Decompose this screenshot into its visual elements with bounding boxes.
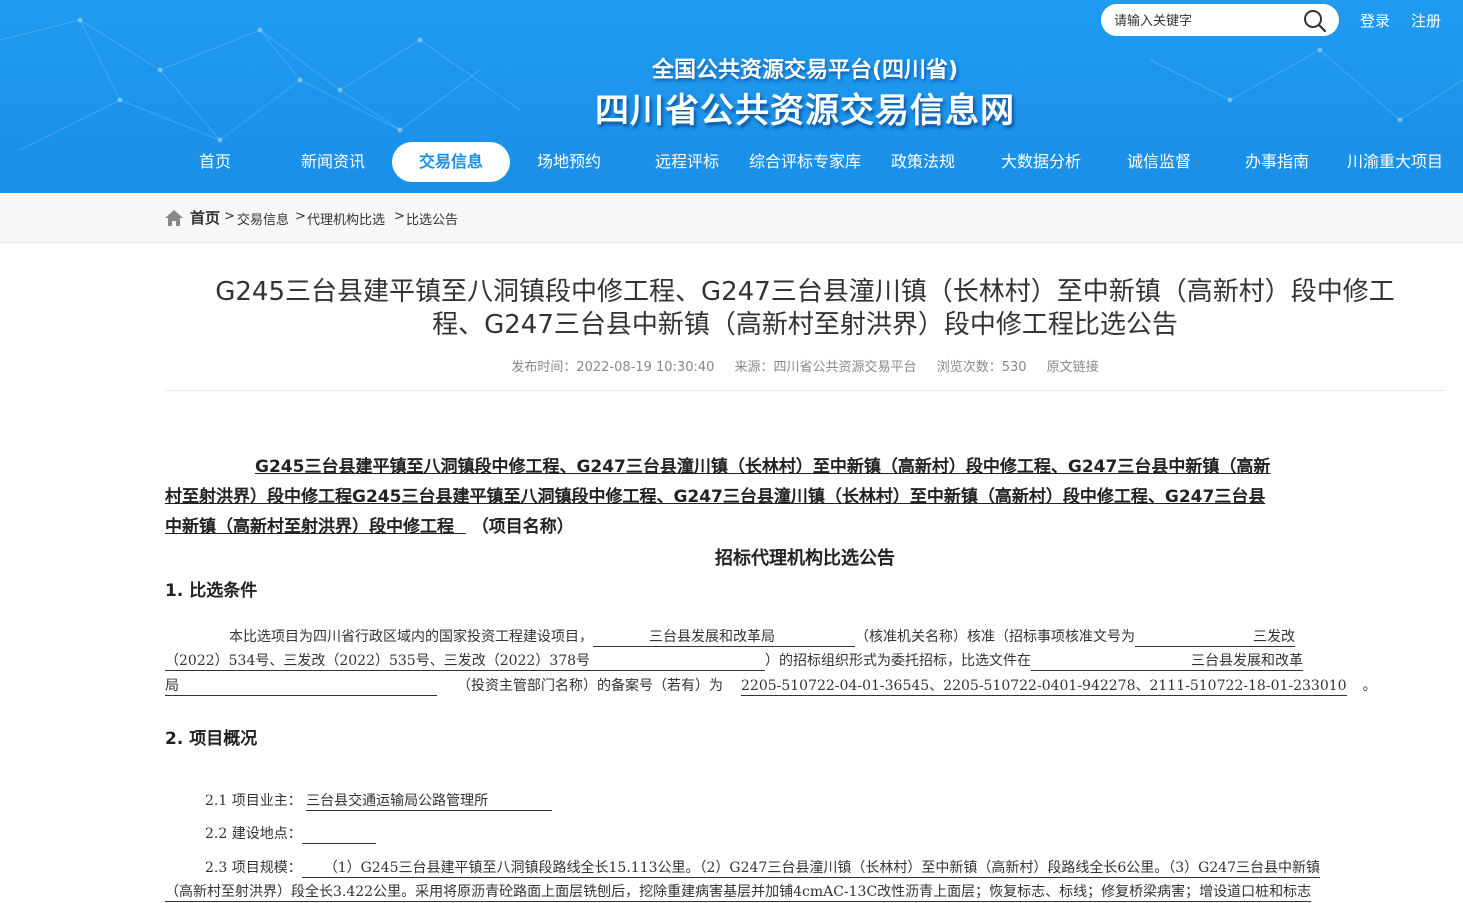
project-owner-value: 三台县交通运输局公路管理所 [306, 792, 553, 811]
search-box[interactable] [1101, 4, 1339, 36]
login-link[interactable]: 登录 [1360, 10, 1390, 31]
fill-approval-number-cont: （2022）534号、三发改（2022）535号、三发改（2022）378号 [165, 652, 765, 671]
text: （核准机关名称）核准（招标事项核准文号为 [855, 629, 1135, 645]
paragraph-line: 2.2 建设地点： [165, 823, 376, 845]
article-title-line: G245三台县建平镇至八洞镇段中修工程、G247三台县潼川镇（长林村）至中新镇（… [215, 277, 1395, 307]
publish-time: 发布时间：2022-08-19 10:30:40 [511, 360, 715, 375]
project-name-text: 中新镇（高新村至射洪界）段中修工程 [165, 517, 454, 537]
project-name-text: 村至射洪界）段中修工程G245三台县建平镇至八洞镇段中修工程、G247三台县潼川… [165, 487, 1266, 507]
nav-item-big-data[interactable]: 大数据分析 [982, 142, 1100, 182]
nav-item-home[interactable]: 首页 [156, 142, 274, 182]
breadcrumb-trading-info[interactable]: 交易信息 [237, 209, 289, 228]
project-scale-label: 2.3 项目规模： [205, 860, 302, 876]
section-1-title: 1. 比选条件 [165, 581, 258, 601]
breadcrumb-agency-selection[interactable]: 代理机构比选 [307, 209, 385, 228]
site-title: 四川省公共资源交易信息网 [595, 91, 1015, 131]
text: 。 [1362, 678, 1377, 694]
nav-item-remote-bidding[interactable]: 远程评标 [628, 142, 746, 182]
original-link[interactable]: 原文链接 [1047, 360, 1099, 375]
nav-item-news[interactable]: 新闻资讯 [274, 142, 392, 182]
text: 本比选项目为四川省行政区域内的国家投资工程建设项目， [229, 629, 593, 645]
title-divider [165, 390, 1445, 391]
breadcrumb-separator: > [295, 209, 306, 224]
breadcrumb-current: 比选公告 [406, 213, 459, 228]
fill-investment-dept-cont: 局 [165, 677, 437, 696]
paragraph-line: 本比选项目为四川省行政区域内的国家投资工程建设项目， 三台县发展和改革局 （核准机关… [165, 626, 1295, 648]
home-icon [165, 210, 183, 226]
project-name-text: G245三台县建平镇至八洞镇段中修工程、G247三台县潼川镇（长林村）至中新镇（… [255, 457, 1271, 477]
project-name-line: G245三台县建平镇至八洞镇段中修工程、G247三台县潼川镇（长林村）至中新镇（… [165, 455, 1270, 479]
site-subtitle: 全国公共资源交易平台(四川省) [651, 58, 959, 83]
view-count: 浏览次数：530 [936, 360, 1027, 375]
paragraph-line: 局 （投资主管部门名称）的备案号（若有）为 2205-510722-04-01-36… [165, 675, 1377, 697]
paragraph-line: 2.3 项目规模： （1）G245三台县建平镇至八洞镇段路线全长15.113公里。… [165, 857, 1321, 879]
site-header: 登录 注册 全国公共资源交易平台(四川省) 四川省公共资源交易信息网 首页 新闻… [0, 0, 1463, 193]
fill-investment-dept: 三台县发展和改革 [1031, 652, 1303, 671]
location-value [301, 825, 376, 844]
nav-item-expert-pool[interactable]: 综合评标专家库 [746, 142, 864, 182]
breadcrumb-separator: > [224, 209, 235, 224]
article-meta: 发布时间：2022-08-19 10:30:40 来源：四川省公共资源交易平台 … [165, 356, 1445, 375]
nav-item-major-projects[interactable]: 川渝重大项目 [1336, 142, 1454, 182]
nav-item-policy[interactable]: 政策法规 [864, 142, 982, 182]
search-input[interactable] [1112, 10, 1296, 32]
project-scale-value: （1）G245三台县建平镇至八洞镇段路线全长15.113公里。（2）G247三台… [301, 859, 1321, 878]
fill-approval-authority: 三台县发展和改革局 [593, 628, 855, 647]
fill-approval-number: 三发改 [1135, 628, 1295, 647]
article-title-line: 程、G247三台县中新镇（高新村至射洪界）段中修工程比选公告 [432, 310, 1178, 340]
search-icon[interactable] [1302, 8, 1328, 34]
breadcrumb: 首页 > 交易信息 > 代理机构比选 > 比选公告 [0, 193, 1463, 243]
breadcrumb-home[interactable]: 首页 [190, 207, 220, 228]
article-title: G245三台县建平镇至八洞镇段中修工程、G247三台县潼川镇（长林村）至中新镇（… [165, 276, 1445, 342]
nav-item-credit[interactable]: 诚信监督 [1100, 142, 1218, 182]
text: ）的招标组织形式为委托招标，比选文件在 [765, 653, 1031, 669]
article-source: 来源：四川省公共资源交易平台 [734, 360, 917, 375]
text: （投资主管部门名称）的备案号（若有）为 [457, 678, 723, 694]
nav-item-trading-info[interactable]: 交易信息 [392, 142, 510, 182]
project-owner-label: 2.1 项目业主： [205, 793, 302, 809]
fill-filing-number: 2205-510722-04-01-36545、2205-510722-0401… [741, 678, 1347, 696]
project-scale-value-cont: （高新村至射洪界）段全长3.422公里。采用将原沥青砼路面上面层铣刨后，挖除重建… [165, 884, 1312, 902]
section-2-title: 2. 项目概况 [165, 729, 258, 749]
breadcrumb-separator: > [394, 209, 405, 224]
nav-item-guide[interactable]: 办事指南 [1218, 142, 1336, 182]
paragraph-line: 2.1 项目业主： 三台县交通运输局公路管理所 [165, 790, 553, 812]
main-nav: 首页 新闻资讯 交易信息 场地预约 远程评标 综合评标专家库 政策法规 大数据分… [0, 142, 1463, 182]
notice-title: 招标代理机构比选公告 [715, 548, 895, 569]
register-link[interactable]: 注册 [1411, 10, 1441, 31]
nav-item-venue-booking[interactable]: 场地预约 [510, 142, 628, 182]
location-label: 2.2 建设地点： [205, 826, 302, 842]
project-name-suffix: （项目名称） [471, 517, 574, 537]
paragraph-line: （高新村至射洪界）段全长3.422公里。采用将原沥青砼路面上面层铣刨后，挖除重建… [165, 881, 1312, 903]
project-name-line: 村至射洪界）段中修工程G245三台县建平镇至八洞镇段中修工程、G247三台县潼川… [165, 485, 1265, 509]
paragraph-line: （2022）534号、三发改（2022）535号、三发改（2022）378号 ）的… [165, 650, 1303, 672]
project-name-line: 中新镇（高新村至射洪界）段中修工程 （项目名称） [165, 515, 574, 539]
